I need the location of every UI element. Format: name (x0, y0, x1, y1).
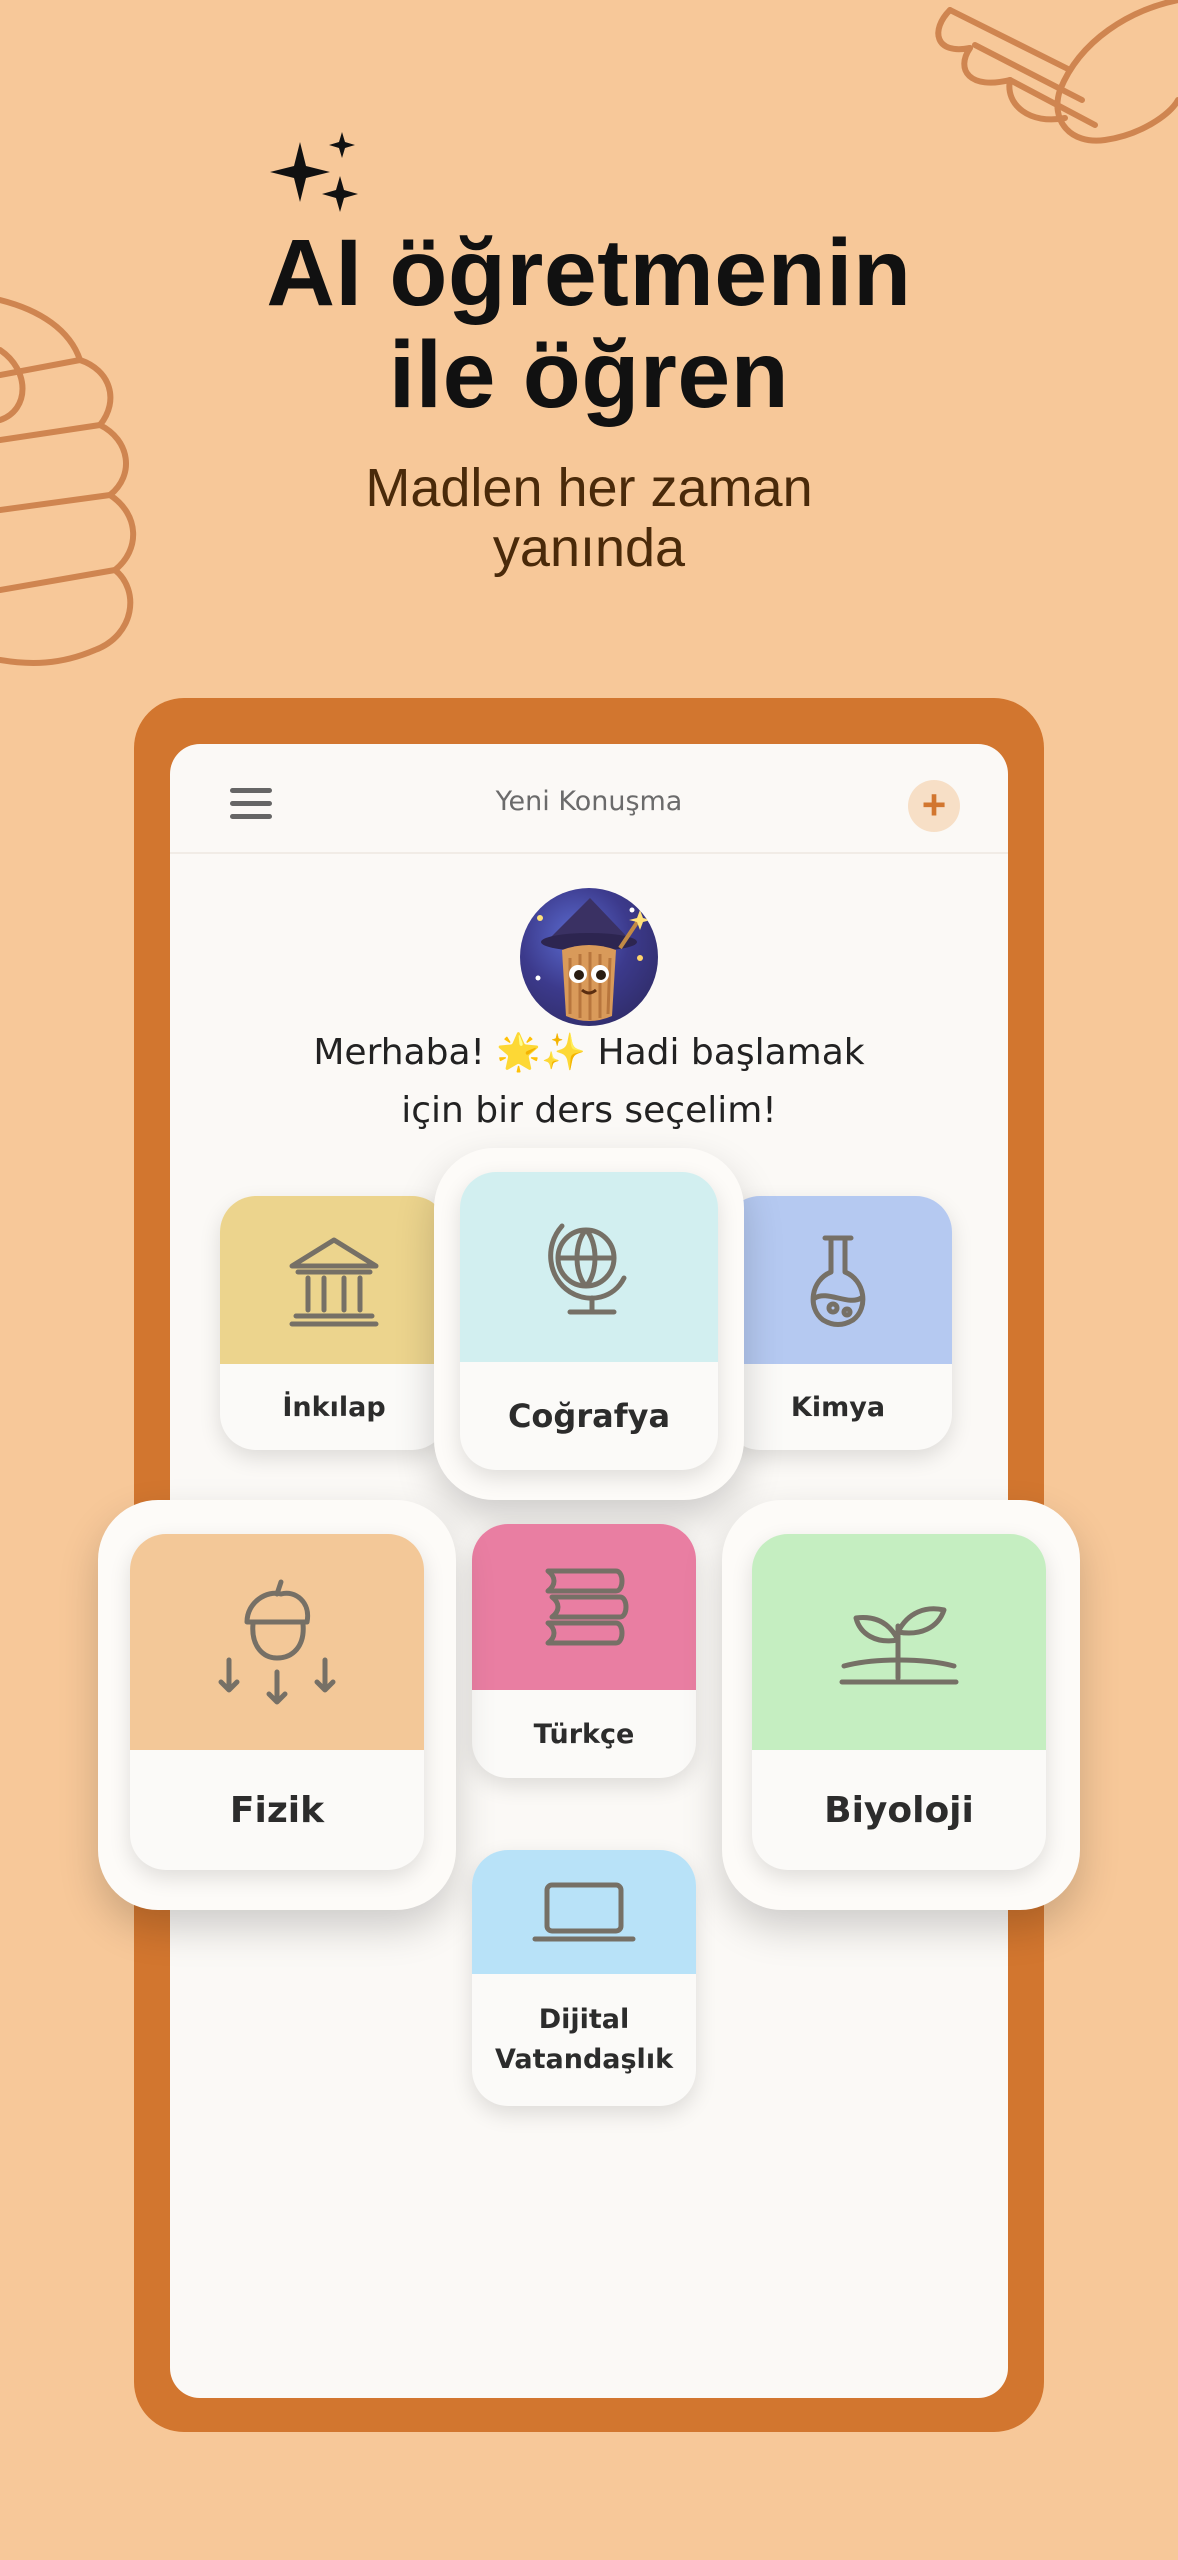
sprout-icon (839, 1606, 959, 1685)
flask-icon (810, 1235, 866, 1327)
plus-icon: + (921, 781, 947, 828)
temple-icon (289, 1237, 379, 1327)
avatar (520, 888, 658, 1026)
subject-card-turkce[interactable]: Türkçe (472, 1524, 696, 1778)
subject-card-fizik[interactable]: Fizik (130, 1534, 424, 1870)
subject-card-biyoloji[interactable]: Biyoloji (752, 1534, 1046, 1870)
promo-headline: AI öğretmenin ile öğren (0, 222, 1178, 426)
globe-icon (548, 1223, 627, 1315)
headline-line-2: ile öğren (388, 322, 790, 428)
dijital-line: Dijital (538, 2004, 630, 2035)
sparkle-icon (270, 132, 358, 212)
promo-subline: Madlen her zaman yanında (0, 458, 1178, 578)
topbar-divider (170, 852, 1008, 854)
subject-label-kimya: Kimya (790, 1391, 886, 1423)
subline-line-2: yanında (492, 518, 686, 578)
subject-label-cografya: Coğrafya (507, 1397, 671, 1435)
greeting-line-1: Merhaba! 🌟✨ Hadi başlamak (313, 1032, 865, 1073)
greeting-message: Merhaba! 🌟✨ Hadi başlamak için bir ders … (220, 1024, 958, 1140)
new-chat-button[interactable]: + (908, 780, 960, 832)
topbar-title: Yeni Konuşma (495, 786, 683, 817)
subject-label-turkce: Türkçe (533, 1718, 635, 1750)
subject-label-fizik: Fizik (229, 1789, 325, 1831)
laptop-icon (532, 1882, 636, 1942)
shell-decoration-top-right (935, 0, 1178, 144)
subline-line-1: Madlen her zaman (365, 458, 813, 518)
subject-label-inkilap: İnkılap (282, 1391, 386, 1423)
greeting-line-2: için bir ders seçelim! (401, 1090, 777, 1131)
subject-label-biyoloji: Biyoloji (824, 1789, 974, 1831)
falling-acorn-icon (218, 1579, 336, 1705)
vatandaslik-line: Vatandaşlık (494, 2044, 674, 2075)
hamburger-menu-icon[interactable] (230, 788, 272, 820)
subject-card-kimya[interactable]: Kimya (724, 1196, 952, 1450)
subject-label-dijital-vatandaslik: Dijital Vatandaşlık (472, 1974, 696, 2106)
books-icon (545, 1568, 629, 1646)
headline-line-1: AI öğretmenin (266, 220, 912, 326)
subject-card-dijital-vatandaslik[interactable]: Dijital Vatandaşlık (472, 1850, 696, 2106)
subject-card-cografya[interactable]: Coğrafya (460, 1172, 718, 1470)
subject-card-inkilap[interactable]: İnkılap (220, 1196, 448, 1450)
